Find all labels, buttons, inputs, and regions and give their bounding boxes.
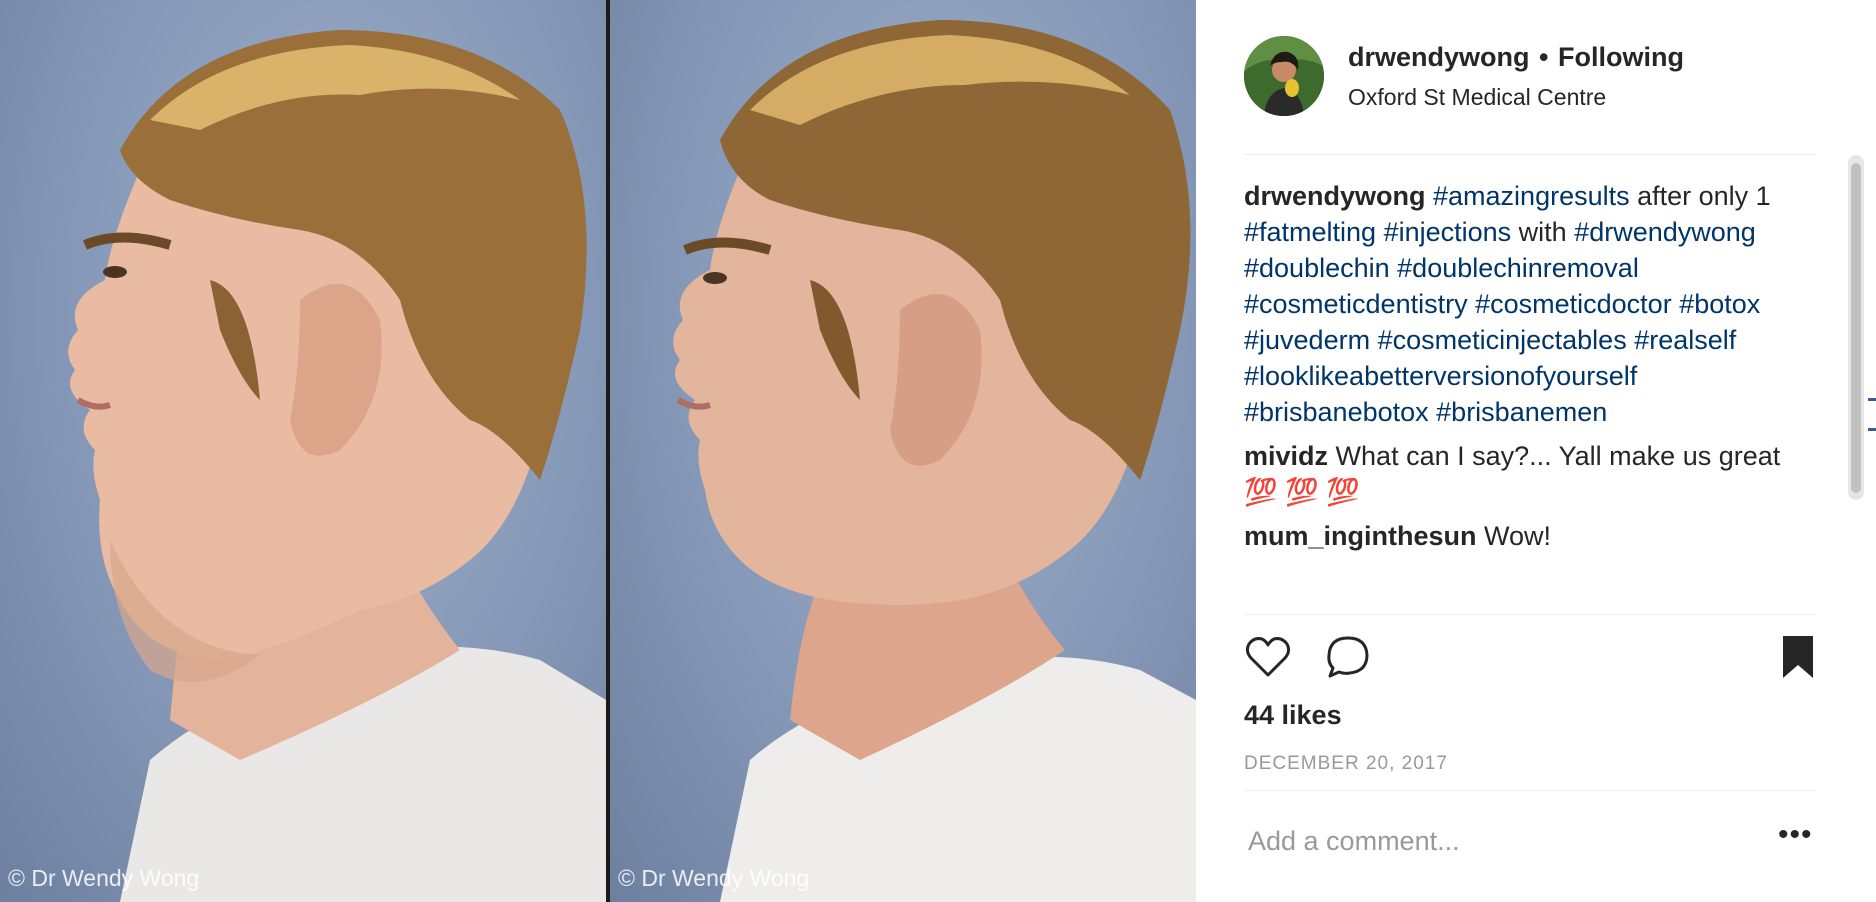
- comments-scrollbar[interactable]: [1848, 155, 1864, 500]
- caption-text: #amazingresults after only 1 #fatmelting…: [1244, 181, 1771, 427]
- caption-text-segment: after only 1: [1629, 181, 1771, 211]
- hashtag-link[interactable]: #brisbanemen: [1436, 397, 1607, 427]
- comments-divider: [1244, 614, 1816, 615]
- page-edge-marker: [1868, 398, 1876, 401]
- header-username-line: drwendywong • Following: [1348, 42, 1684, 73]
- post-sidebar: drwendywong • Following Oxford St Medica…: [1196, 0, 1876, 902]
- header-username[interactable]: drwendywong: [1348, 42, 1530, 72]
- hashtag-link[interactable]: #looklikeabetterversionofyourself: [1244, 361, 1637, 391]
- profile-after-illustration: [673, 20, 1196, 902]
- post-photo-carousel[interactable]: © Dr Wendy Wong © Dr Wendy Wong: [0, 0, 1196, 902]
- caption-text-segment: [1468, 289, 1476, 319]
- hashtag-link[interactable]: #realself: [1634, 325, 1736, 355]
- following-button[interactable]: Following: [1558, 42, 1684, 72]
- comment-username[interactable]: mum_inginthesun: [1244, 521, 1477, 551]
- comment-text: Wow!: [1484, 521, 1552, 551]
- caption-text-segment: with: [1511, 217, 1575, 247]
- comment-username[interactable]: mividz: [1244, 441, 1328, 471]
- hashtag-link[interactable]: #cosmeticdentistry: [1244, 289, 1468, 319]
- header-divider: [1244, 154, 1816, 155]
- caption-username[interactable]: drwendywong: [1244, 181, 1426, 211]
- comment-item: mividz What can I say?... Yall make us g…: [1244, 438, 1804, 510]
- scrollbar-thumb[interactable]: [1851, 163, 1861, 493]
- location-link[interactable]: Oxford St Medical Centre: [1348, 84, 1606, 111]
- hashtag-link[interactable]: #drwendywong: [1574, 217, 1756, 247]
- comments-list[interactable]: drwendywong #amazingresults after only 1…: [1244, 178, 1804, 608]
- caption-text-segment: [1370, 325, 1378, 355]
- post-header: drwendywong • Following Oxford St Medica…: [1244, 36, 1824, 116]
- heart-outline-icon[interactable]: [1244, 633, 1292, 681]
- hashtag-link[interactable]: #brisbanebotox: [1244, 397, 1429, 427]
- separator-dot: •: [1539, 42, 1549, 72]
- hashtag-link[interactable]: #cosmeticdoctor: [1475, 289, 1672, 319]
- hashtag-link[interactable]: #juvederm: [1244, 325, 1370, 355]
- footer-divider: [1244, 790, 1816, 791]
- page-edge-marker: [1868, 428, 1876, 431]
- caption: drwendywong #amazingresults after only 1…: [1244, 178, 1804, 430]
- hashtag-link[interactable]: #injections: [1384, 217, 1512, 247]
- hashtag-link[interactable]: #fatmelting: [1244, 217, 1376, 247]
- action-bar: [1244, 633, 1816, 681]
- more-options-icon[interactable]: •••: [1778, 820, 1812, 856]
- hashtag-link[interactable]: #doublechin: [1244, 253, 1390, 283]
- add-comment-input[interactable]: [1248, 826, 1748, 857]
- instagram-post: © Dr Wendy Wong © Dr Wendy Wong drwendyw…: [0, 0, 1876, 902]
- photo-watermark: © Dr Wendy Wong: [618, 865, 810, 891]
- hashtag-link[interactable]: #cosmeticinjectables: [1378, 325, 1627, 355]
- hashtag-link[interactable]: #amazingresults: [1433, 181, 1630, 211]
- photo-watermark: © Dr Wendy Wong: [8, 865, 200, 891]
- comment-item: mum_inginthesun Wow!: [1244, 518, 1804, 554]
- bookmark-filled-icon[interactable]: [1774, 633, 1822, 681]
- hashtag-link[interactable]: #botox: [1679, 289, 1760, 319]
- caption-text-segment: [1376, 217, 1384, 247]
- profile-before-illustration: [68, 30, 606, 902]
- before-photo: © Dr Wendy Wong: [0, 0, 606, 902]
- avatar[interactable]: [1244, 36, 1324, 116]
- likes-count[interactable]: 44 likes: [1244, 700, 1342, 731]
- avatar-image: [1244, 36, 1324, 116]
- comment-bubble-icon[interactable]: [1324, 633, 1372, 681]
- post-date[interactable]: DECEMBER 20, 2017: [1244, 753, 1448, 775]
- hashtag-link[interactable]: #doublechinremoval: [1397, 253, 1639, 283]
- after-photo: © Dr Wendy Wong: [610, 0, 1196, 902]
